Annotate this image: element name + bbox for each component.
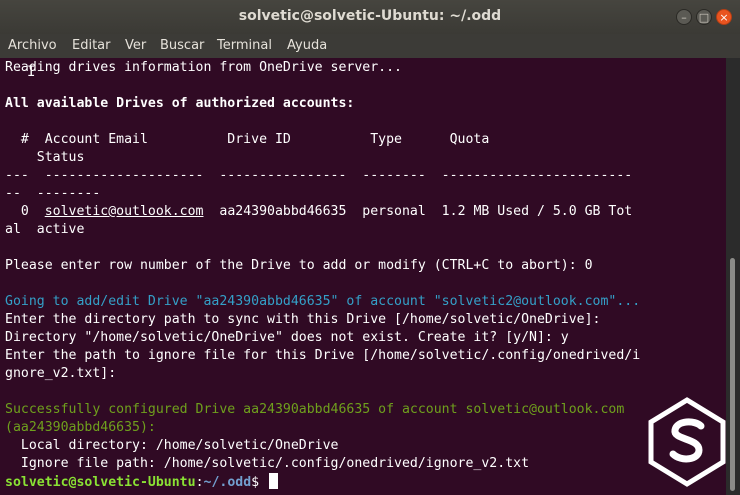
title-bar[interactable]: solvetic@solvetic-Ubuntu: ~/.odd – □ ×: [0, 0, 740, 34]
output-line: Reading drives information from OneDrive…: [5, 60, 402, 75]
menu-ver[interactable]: Ver: [125, 38, 146, 53]
table-divider: --- -------------------- ---------------…: [5, 168, 633, 183]
row-number: 0: [5, 204, 45, 219]
output-line: gnore_v2.txt]:: [5, 366, 117, 381]
output-line: Directory "/home/solvetic/OneDrive" does…: [5, 330, 569, 345]
output-line: Enter the path to ignore file for this D…: [5, 348, 641, 363]
shell-prompt[interactable]: solvetic@solvetic-Ubuntu:~/.odd$: [5, 473, 279, 491]
table-row-continued: al active: [5, 222, 85, 237]
mouse-ibeam-icon: I: [27, 64, 36, 80]
prompt-separator: :: [195, 475, 204, 490]
close-button[interactable]: ×: [716, 9, 732, 25]
prompt-user-host: solvetic@solvetic-Ubuntu: [5, 475, 196, 490]
account-email-link[interactable]: solvetic@outlook.com: [45, 204, 204, 219]
success-line: Successfully configured Drive aa24390abb…: [5, 402, 625, 417]
solvetic-logo-icon: [648, 397, 726, 487]
row-details: aa24390abbd46635 personal 1.2 MB Used / …: [203, 204, 633, 219]
menu-buscar[interactable]: Buscar: [160, 38, 204, 53]
prompt-symbol: $: [251, 475, 268, 490]
table-header-status: Status: [5, 150, 85, 165]
menu-ayuda[interactable]: Ayuda: [287, 38, 327, 53]
menu-archivo[interactable]: Archivo: [8, 38, 57, 53]
table-row: 0 solvetic@outlook.com aa24390abbd46635 …: [5, 203, 632, 221]
output-line: Enter the directory path to sync with th…: [5, 312, 601, 327]
window-title: solvetic@solvetic-Ubuntu: ~/.odd: [238, 8, 502, 24]
menu-terminal[interactable]: Terminal: [217, 38, 272, 53]
table-divider: -- --------: [5, 186, 101, 201]
terminal-output[interactable]: Reading drives information from OneDrive…: [0, 58, 726, 495]
menu-bar: Archivo Editar Ver Buscar Terminal Ayuda: [0, 34, 740, 58]
table-header: # Account Email Drive ID Type Quota: [5, 132, 490, 147]
minimize-button[interactable]: –: [676, 9, 692, 25]
success-line: (aa24390abbd46635):: [5, 420, 156, 435]
output-line: Ignore file path: /home/solvetic/.config…: [5, 456, 530, 471]
output-heading: All available Drives of authorized accou…: [5, 96, 355, 111]
maximize-button[interactable]: □: [696, 9, 712, 25]
output-line: Local directory: /home/solvetic/OneDrive: [5, 438, 339, 453]
output-line: Please enter row number of the Drive to …: [5, 258, 593, 273]
terminal-window: solvetic@solvetic-Ubuntu: ~/.odd – □ × A…: [0, 0, 740, 495]
text-cursor: [269, 473, 279, 489]
info-line: Going to add/edit Drive "aa24390abbd4663…: [5, 294, 641, 309]
prompt-path: ~/.odd: [203, 475, 252, 490]
menu-editar[interactable]: Editar: [72, 38, 111, 53]
